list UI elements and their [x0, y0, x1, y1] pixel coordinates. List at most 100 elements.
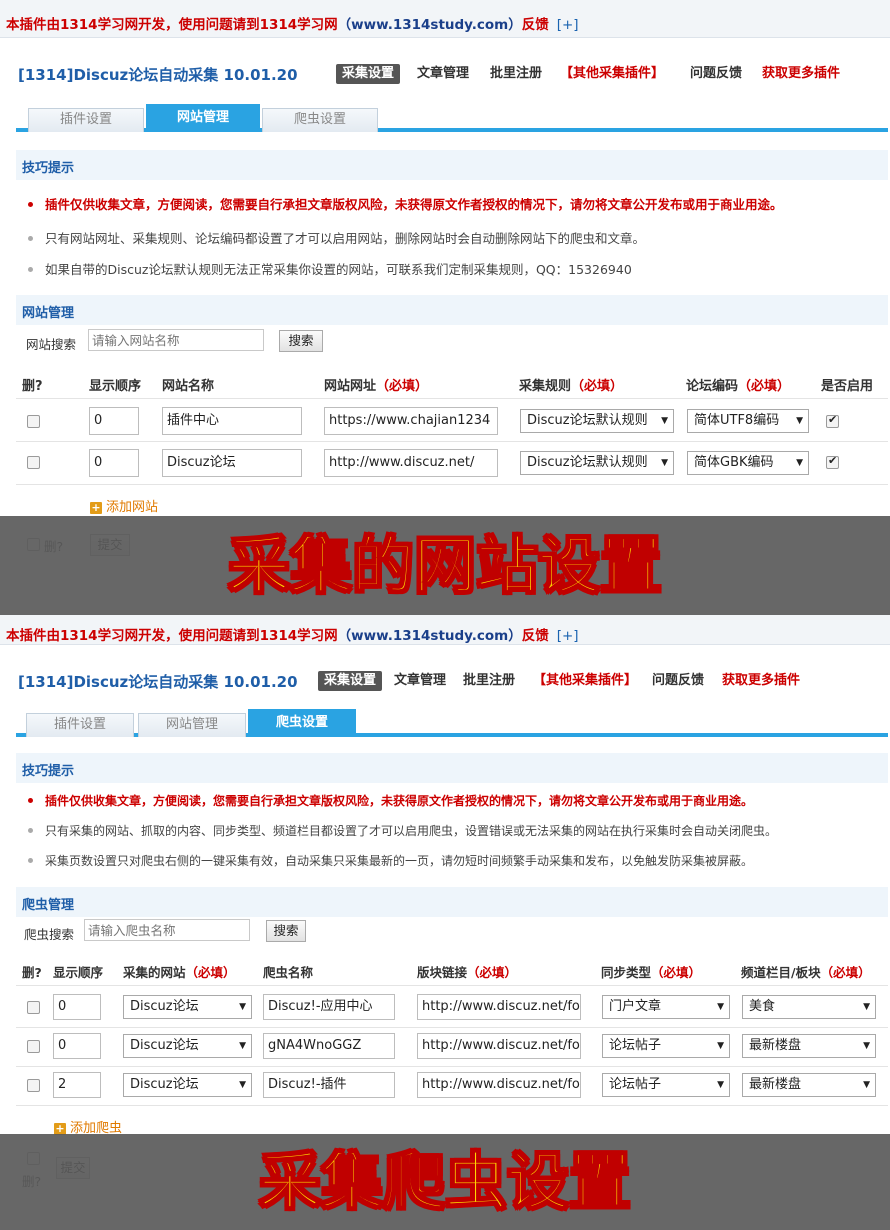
tip-enable-crawler: 只有采集的网站、抓取的内容、同步类型、频道栏目都设置了才可以启用爬虫，设置错误或…	[28, 822, 777, 839]
website-name-input[interactable]: 插件中心	[162, 407, 302, 435]
site-select[interactable]: Discuz论坛 ▼	[123, 1034, 252, 1058]
nav-collect-settings[interactable]: 采集设置	[336, 64, 401, 84]
bullet-icon	[28, 202, 33, 207]
col-delete: 删?	[22, 965, 42, 980]
notice-text: 本插件由1314学习网开发，使用问题请到1314学习网	[6, 17, 338, 33]
tab-bar: 插件设置 网站管理 爬虫设置	[16, 104, 888, 132]
caption-text: 采集的网站设置	[227, 529, 663, 603]
order-input[interactable]: 0	[53, 994, 101, 1020]
row-divider	[16, 441, 888, 442]
nav-more-plugins[interactable]: 获取更多插件	[722, 671, 800, 691]
collect-rule-select[interactable]: Discuz论坛默认规则 ▼	[520, 451, 674, 475]
notice-text: 本插件由1314学习网开发，使用问题请到1314学习网	[6, 628, 338, 644]
tip-enable-rule: 只有网站网址、采集规则、论坛编码都设置了才可以启用网站，删除网站时会自动删除网站…	[28, 228, 645, 247]
add-website-link[interactable]: + 添加网站	[90, 496, 158, 515]
developer-notice-bar: 本插件由1314学习网开发，使用问题请到1314学习网（www.1314stud…	[0, 615, 890, 645]
chevron-down-icon: ▼	[863, 1002, 870, 1012]
row-divider	[16, 484, 888, 485]
developer-notice: 本插件由1314学习网开发，使用问题请到1314学习网（www.1314stud…	[6, 624, 579, 644]
delete-checkbox[interactable]	[27, 415, 40, 428]
nav-article-manage[interactable]: 文章管理	[394, 671, 446, 691]
top-nav: [1314]Discuz论坛自动采集 10.01.20 采集设置 文章管理 批里…	[0, 58, 890, 88]
order-input[interactable]: 0	[89, 407, 139, 435]
col-encoding: 论坛编码（必填）	[686, 379, 791, 394]
search-button[interactable]: 搜索	[266, 920, 306, 942]
enabled-checkbox[interactable]	[826, 413, 839, 428]
website-name-input[interactable]: Discuz论坛	[162, 449, 302, 477]
search-label: 网站搜索	[26, 337, 77, 352]
col-channel: 频道栏目/板块（必填）	[741, 965, 871, 980]
tip-copyright: 插件仅供收集文章，方便阅读，您需要自行承担文章版权风险，未获得原文作者授权的情况…	[28, 792, 753, 809]
chevron-down-icon: ▼	[717, 1002, 724, 1012]
board-link-input[interactable]: http://www.discuz.net/fo	[417, 994, 581, 1020]
order-input[interactable]: 0	[53, 1033, 101, 1059]
search-button[interactable]: 搜索	[279, 330, 323, 352]
nav-article-manage[interactable]: 文章管理	[417, 64, 469, 84]
plus-icon: +	[90, 501, 102, 514]
nav-more-plugins[interactable]: 获取更多插件	[762, 64, 840, 84]
tab-crawler-settings[interactable]: 爬虫设置	[262, 108, 378, 132]
notice-feedback: 反馈	[521, 628, 549, 644]
delete-checkbox[interactable]	[27, 1001, 40, 1014]
order-input[interactable]: 0	[89, 449, 139, 477]
row-divider	[16, 398, 888, 399]
notice-site: （www.1314study.com）	[337, 17, 522, 33]
delete-checkbox[interactable]	[27, 1079, 40, 1092]
delete-checkbox[interactable]	[27, 456, 40, 469]
nav-other-plugins[interactable]: 【其他采集插件】	[560, 64, 664, 84]
tab-website-manage[interactable]: 网站管理	[146, 104, 260, 132]
col-board-link: 版块链接（必填）	[417, 965, 518, 980]
encoding-select[interactable]: 简体GBK编码 ▼	[687, 451, 809, 475]
delete-checkbox[interactable]	[27, 1040, 40, 1053]
tip-page-count: 采集页数设置只对爬虫右侧的一键采集有效，自动采集只采集最新的一页，请勿短时间频繁…	[28, 852, 753, 869]
app-title: [1314]Discuz论坛自动采集 10.01.20	[18, 66, 298, 84]
sync-type-select[interactable]: 论坛帖子 ▼	[602, 1073, 730, 1097]
collect-rule-select[interactable]: Discuz论坛默认规则 ▼	[520, 409, 674, 433]
order-input[interactable]: 2	[53, 1072, 101, 1098]
notice-expand-link[interactable]: [+]	[557, 17, 579, 33]
nav-feedback[interactable]: 问题反馈	[652, 671, 704, 691]
bullet-icon	[28, 236, 33, 241]
board-link-input[interactable]: http://www.discuz.net/fo	[417, 1033, 581, 1059]
crawler-name-input[interactable]: gNA4WnoGGZ	[263, 1033, 395, 1059]
website-settings-panel: 本插件由1314学习网开发，使用问题请到1314学习网（www.1314stud…	[0, 0, 890, 615]
nav-batch-register[interactable]: 批里注册	[490, 64, 542, 84]
sync-type-select[interactable]: 门户文章 ▼	[602, 995, 730, 1019]
crawler-name-input[interactable]: Discuz!-应用中心	[263, 994, 395, 1020]
nav-other-plugins[interactable]: 【其他采集插件】	[533, 671, 637, 691]
row-divider	[16, 1066, 888, 1067]
crawler-search-input[interactable]	[84, 919, 250, 941]
col-order: 显示顺序	[53, 965, 104, 980]
website-url-input[interactable]: https://www.chajian1234	[324, 407, 498, 435]
tab-crawler-settings[interactable]: 爬虫设置	[248, 709, 356, 737]
tips-header: 技巧提示	[16, 753, 888, 783]
tab-plugin-settings[interactable]: 插件设置	[28, 108, 144, 132]
nav-batch-register[interactable]: 批里注册	[463, 671, 515, 691]
developer-notice: 本插件由1314学习网开发，使用问题请到1314学习网（www.1314stud…	[6, 13, 579, 33]
tab-plugin-settings[interactable]: 插件设置	[26, 713, 134, 737]
channel-select[interactable]: 最新楼盘 ▼	[742, 1034, 876, 1058]
row-divider	[16, 985, 888, 986]
board-link-input[interactable]: http://www.discuz.net/fo	[417, 1072, 581, 1098]
chevron-down-icon: ▼	[239, 1041, 246, 1051]
tab-website-manage[interactable]: 网站管理	[138, 713, 246, 737]
notice-expand-link[interactable]: [+]	[557, 628, 579, 644]
site-select[interactable]: Discuz论坛 ▼	[123, 1073, 252, 1097]
enabled-checkbox[interactable]	[826, 454, 839, 469]
sync-type-select[interactable]: 论坛帖子 ▼	[602, 1034, 730, 1058]
search-label: 爬虫搜索	[24, 927, 75, 942]
site-select[interactable]: Discuz论坛 ▼	[123, 995, 252, 1019]
website-search-input[interactable]	[88, 329, 264, 351]
nav-collect-settings[interactable]: 采集设置	[318, 671, 383, 691]
channel-select[interactable]: 最新楼盘 ▼	[742, 1073, 876, 1097]
channel-select[interactable]: 美食 ▼	[742, 995, 876, 1019]
encoding-select[interactable]: 简体UTF8编码 ▼	[687, 409, 809, 433]
bullet-icon	[28, 267, 33, 272]
crawler-manage-header: 爬虫管理	[16, 887, 888, 917]
chevron-down-icon: ▼	[717, 1080, 724, 1090]
col-delete: 删?	[22, 379, 43, 394]
col-enabled: 是否启用	[821, 379, 874, 394]
nav-feedback[interactable]: 问题反馈	[690, 64, 742, 84]
crawler-name-input[interactable]: Discuz!-插件	[263, 1072, 395, 1098]
website-url-input[interactable]: http://www.discuz.net/	[324, 449, 498, 477]
